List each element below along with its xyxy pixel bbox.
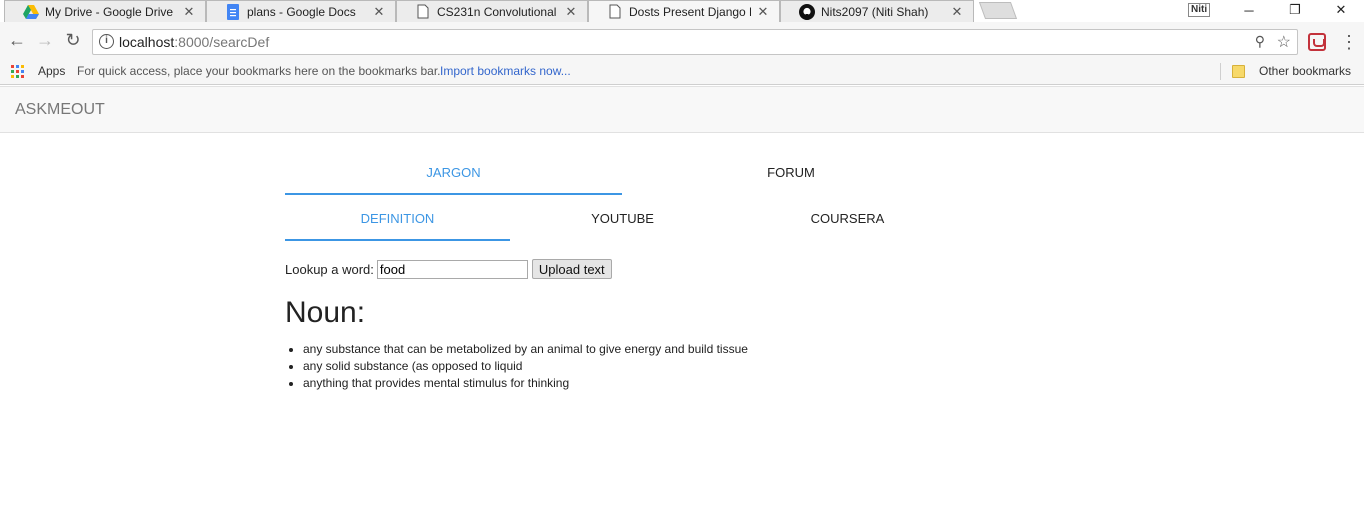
minimize-icon[interactable]: ─ [1226, 0, 1272, 20]
new-tab-button[interactable] [978, 2, 1018, 19]
sub-tabs: DEFINITION YOUTUBE COURSERA [285, 196, 960, 241]
reload-icon[interactable]: ↻ [63, 30, 83, 50]
definition-list: any substance that can be metabolized by… [303, 341, 748, 392]
info-icon[interactable]: i [99, 34, 114, 49]
folder-icon [1232, 65, 1245, 78]
close-icon[interactable]: ✕ [949, 4, 965, 20]
list-item: anything that provides mental stimulus f… [303, 375, 748, 392]
bookmarks-hint: For quick access, place your bookmarks h… [77, 64, 441, 78]
list-item: any solid substance (as opposed to liqui… [303, 358, 748, 375]
sub-tab-indicator [285, 239, 510, 241]
browser-tab-github[interactable]: Nits2097 (Niti Shah) ✕ [780, 0, 974, 22]
import-bookmarks-link[interactable]: Import bookmarks now... [440, 64, 571, 78]
bookmarks-bar: Apps For quick access, place your bookma… [0, 58, 1364, 85]
word-input[interactable] [376, 259, 528, 279]
list-item: any substance that can be metabolized by… [303, 341, 748, 358]
forward-arrow-icon[interactable]: → [35, 30, 55, 50]
lookup-label: Lookup a word: [285, 261, 374, 277]
tab-coursera[interactable]: COURSERA [735, 196, 960, 241]
google-drive-icon [23, 4, 39, 20]
google-docs-icon [225, 3, 241, 20]
tab-title: My Drive - Google Drive [45, 4, 174, 19]
site-brand[interactable]: ASKMEOUT [15, 101, 105, 119]
bookmark-star-icon[interactable]: ☆ [1277, 32, 1291, 52]
browser-tab-google-drive[interactable]: My Drive - Google Drive ✕ [4, 0, 206, 22]
close-icon[interactable]: ✕ [563, 4, 579, 20]
url-text: localhost:8000/searcDef [119, 34, 270, 50]
page-icon [607, 4, 623, 20]
menu-icon[interactable]: ⋮ [1340, 33, 1358, 53]
apps-link[interactable]: Apps [38, 64, 65, 78]
lookup-form: Lookup a word: Upload text [285, 259, 612, 279]
tab-title: plans - Google Docs [247, 4, 356, 19]
browser-tab-cs231n[interactable]: CS231n Convolutional Ne ✕ [396, 0, 588, 22]
other-bookmarks-link[interactable]: Other bookmarks [1259, 64, 1351, 78]
page-icon [415, 4, 431, 20]
pocket-extension-icon[interactable] [1308, 33, 1326, 51]
close-icon[interactable]: ✕ [371, 4, 387, 20]
apps-grid-icon[interactable] [11, 65, 24, 78]
tab-jargon[interactable]: JARGON [285, 150, 622, 195]
profile-badge[interactable]: Niti [1188, 3, 1211, 17]
close-icon[interactable]: ✕ [181, 4, 197, 20]
top-tabs: JARGON FORUM [285, 150, 960, 195]
tab-title: Dosts Present Django Blo [629, 4, 751, 19]
tab-title: CS231n Convolutional Ne [437, 4, 559, 19]
restore-icon[interactable]: ❐ [1272, 0, 1318, 20]
part-of-speech-heading: Noun: [285, 296, 366, 329]
window-close-icon[interactable]: ✕ [1318, 0, 1364, 20]
browser-tab-strip: My Drive - Google Drive ✕ plans - Google… [0, 0, 1364, 22]
tab-title: Nits2097 (Niti Shah) [821, 4, 929, 19]
site-navbar: ASKMEOUT [0, 86, 1364, 133]
top-tab-indicator [285, 193, 622, 195]
browser-tab-google-docs[interactable]: plans - Google Docs ✕ [206, 0, 396, 22]
tab-youtube[interactable]: YOUTUBE [510, 196, 735, 241]
browser-tab-active[interactable]: Dosts Present Django Blo ✕ [588, 0, 780, 22]
bookmarks-divider [1220, 63, 1221, 80]
back-arrow-icon[interactable]: ← [7, 30, 27, 50]
tab-forum[interactable]: FORUM [622, 150, 960, 195]
upload-text-button[interactable]: Upload text [531, 259, 612, 279]
zoom-icon[interactable]: ⚲ [1255, 33, 1265, 50]
address-bar[interactable]: i localhost:8000/searcDef ⚲ ☆ [92, 29, 1298, 55]
github-icon [799, 3, 815, 20]
tab-definition[interactable]: DEFINITION [285, 196, 510, 241]
close-icon[interactable]: ✕ [755, 4, 771, 20]
